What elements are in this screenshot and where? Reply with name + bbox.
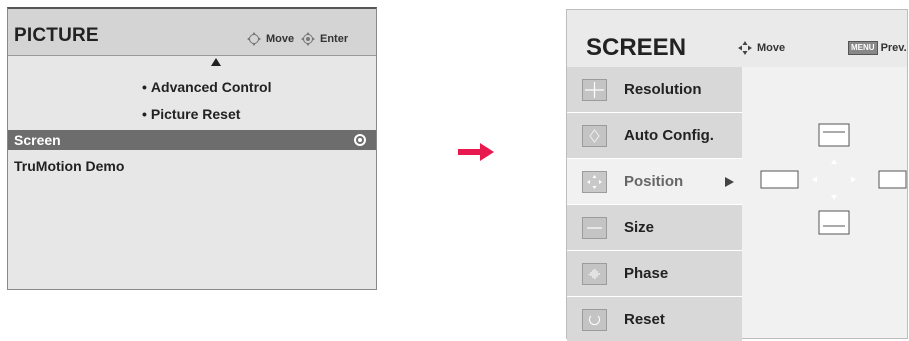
- up-arrow-icon: [831, 159, 837, 164]
- menu-row-screen[interactable]: Screen: [8, 130, 376, 150]
- submenu-pointer-icon: [725, 177, 734, 187]
- submenu-picture-reset[interactable]: • Picture Reset: [142, 106, 240, 122]
- size-icon: [582, 216, 607, 239]
- phase-icon: [582, 262, 607, 285]
- picture-menu-title: PICTURE: [14, 25, 99, 46]
- position-icon: [582, 170, 607, 193]
- auto-config-icon: [582, 124, 607, 147]
- screen-item-reset[interactable]: Reset: [567, 297, 742, 341]
- screen-menu-title: SCREEN: [586, 34, 687, 61]
- menu-key-icon: MENU: [848, 41, 878, 55]
- radio-selected-icon: [354, 134, 366, 146]
- screen-item-phase[interactable]: Phase: [567, 251, 742, 297]
- position-up-box: [818, 123, 850, 147]
- prev-hint: MENU Prev.: [848, 41, 907, 55]
- scroll-up-icon[interactable]: [211, 58, 221, 66]
- menu-row-trumotion-demo[interactable]: TruMotion Demo: [8, 156, 376, 176]
- screen-menu-panel: SCREEN Move MENU Prev. Resolution Auto C…: [566, 9, 908, 341]
- right-arrow-icon: [458, 143, 494, 161]
- screen-item-size[interactable]: Size: [567, 205, 742, 251]
- move-icon: [246, 31, 262, 47]
- screen-item-label: Size: [624, 219, 655, 236]
- screen-item-label: Reset: [624, 311, 665, 328]
- menu-row-label: Screen: [14, 132, 61, 148]
- screen-item-label: Position: [624, 173, 684, 190]
- move-hint-label: Move: [757, 42, 786, 54]
- enter-icon: [300, 31, 316, 47]
- screen-item-resolution[interactable]: Resolution: [567, 67, 742, 113]
- screen-item-label: Resolution: [624, 81, 702, 98]
- enter-hint: Enter: [300, 31, 348, 47]
- screen-menu-list: Resolution Auto Config. Position Size Ph…: [567, 67, 742, 341]
- submenu-label: Advanced Control: [150, 79, 272, 95]
- screen-item-label: Auto Config.: [624, 127, 714, 144]
- left-arrow-icon: [812, 176, 817, 183]
- picture-menu-panel: PICTURE Move Enter • Advanced Control • Pi…: [7, 7, 377, 290]
- screen-item-position[interactable]: Position: [567, 159, 742, 205]
- submenu-label: Picture Reset: [150, 106, 241, 122]
- enter-hint-label: Enter: [320, 33, 349, 45]
- position-right-box: [878, 170, 907, 189]
- move-hint-label: Move: [266, 33, 295, 45]
- prev-hint-label: Prev.: [880, 42, 907, 54]
- screen-item-auto-config[interactable]: Auto Config.: [567, 113, 742, 159]
- position-down-box: [818, 210, 850, 235]
- reset-icon: [582, 308, 607, 331]
- screen-item-label: Phase: [624, 265, 669, 282]
- right-arrow-small-icon: [851, 176, 856, 183]
- move-hint: Move: [738, 41, 785, 55]
- down-arrow-icon: [831, 195, 837, 200]
- submenu-advanced-control[interactable]: • Advanced Control: [142, 79, 271, 95]
- move-hint: Move: [246, 31, 294, 47]
- picture-menu-header: PICTURE Move Enter: [8, 9, 376, 56]
- move-arrows-icon: [738, 41, 752, 55]
- screen-menu-header: SCREEN Move MENU Prev.: [567, 10, 907, 67]
- menu-row-label: TruMotion Demo: [14, 158, 125, 174]
- position-adjust-diagram: [760, 123, 907, 235]
- position-left-box: [760, 170, 799, 189]
- resolution-icon: [582, 78, 607, 101]
